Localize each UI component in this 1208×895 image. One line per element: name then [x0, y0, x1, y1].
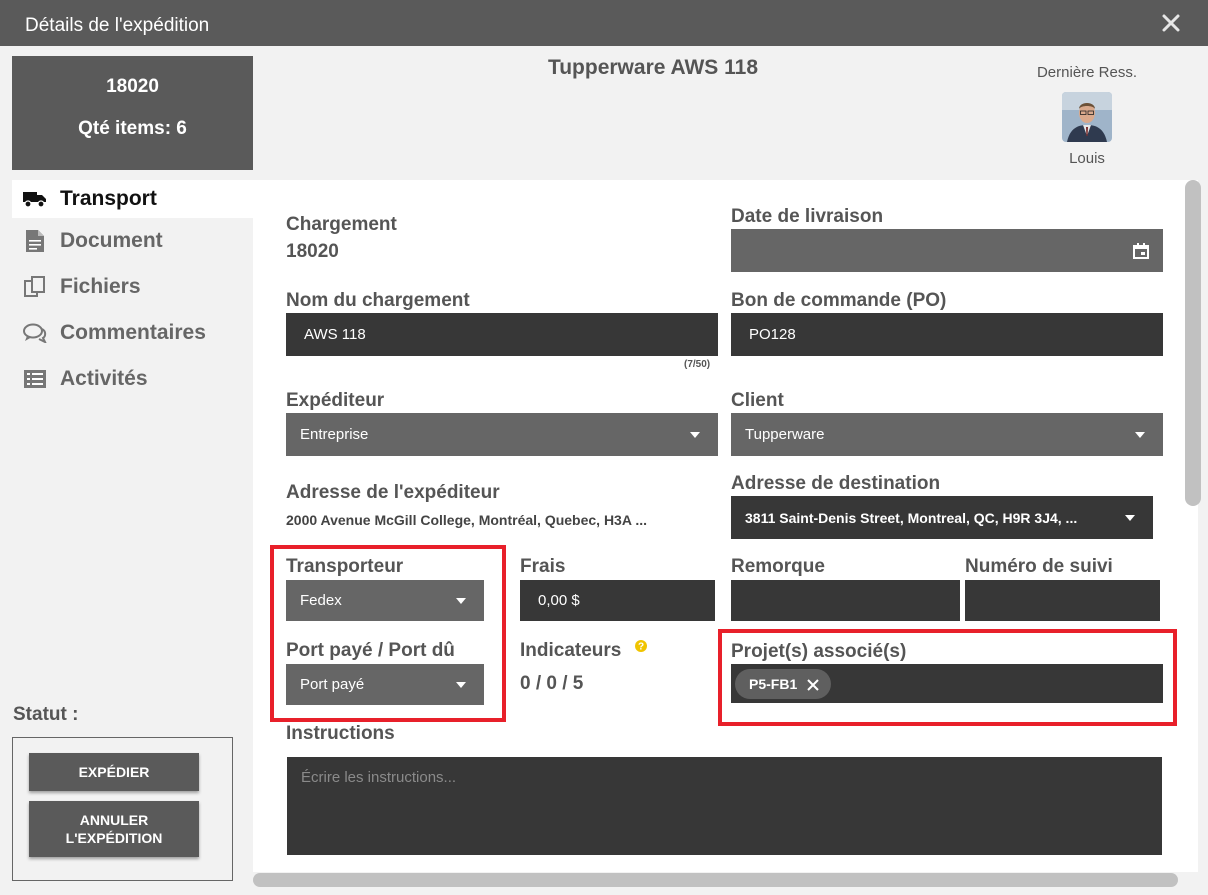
- instructions-textarea[interactable]: Écrire les instructions...: [287, 757, 1162, 855]
- cancel-button-line2: L'EXPÉDITION: [65, 830, 163, 846]
- date-livraison-field[interactable]: [731, 229, 1163, 272]
- chargement-value: 18020: [286, 241, 339, 262]
- sidebar-nav: Transport Document Fichiers Commentaires…: [12, 180, 253, 402]
- help-icon[interactable]: ?: [634, 639, 648, 658]
- sidebar-item-document[interactable]: Document: [12, 218, 253, 264]
- highlight-projects-section: [718, 629, 1177, 726]
- sidebar-item-label: Commentaires: [60, 321, 206, 344]
- shipment-title: Tupperware AWS 118: [547, 56, 759, 79]
- chargement-label: Chargement: [286, 214, 397, 235]
- sidebar-item-fichiers[interactable]: Fichiers: [12, 264, 253, 310]
- po-label: Bon de commande (PO): [731, 290, 947, 311]
- sidebar-item-label: Fichiers: [60, 275, 141, 298]
- shipment-number: 18020: [106, 76, 159, 97]
- indicateurs-label: Indicateurs: [520, 640, 622, 661]
- comments-icon: [22, 322, 48, 344]
- shipment-details-dialog: Détails de l'expédition 18020 Qté items:…: [0, 0, 1208, 895]
- adresse-expediteur-label: Adresse de l'expéditeur: [286, 482, 500, 503]
- calendar-icon[interactable]: [1133, 243, 1149, 263]
- dialog-title: Détails de l'expédition: [25, 15, 210, 36]
- activity-list-icon: [22, 368, 48, 390]
- nom-char-counter: (7/50): [684, 359, 711, 370]
- nom-chargement-input[interactable]: AWS 118: [286, 313, 718, 356]
- sidebar-item-label: Transport: [60, 187, 157, 210]
- shipment-summary: 18020 Qté items: 6: [12, 56, 253, 170]
- cancel-shipment-button[interactable]: ANNULER L'EXPÉDITION: [29, 801, 199, 857]
- frais-label: Frais: [520, 556, 566, 577]
- sidebar-item-activites[interactable]: Activités: [12, 356, 253, 402]
- client-value: Tupperware: [745, 426, 825, 443]
- instructions-label: Instructions: [286, 723, 395, 744]
- adresse-destination-value: 3811 Saint-Denis Street, Montreal, QC, H…: [745, 509, 1078, 526]
- dialog-titlebar: Détails de l'expédition: [0, 0, 1208, 46]
- last-resource-label: Dernière Ress.: [1036, 64, 1138, 81]
- last-resource-name: Louis: [1069, 150, 1105, 167]
- document-icon: [22, 230, 48, 252]
- client-select[interactable]: Tupperware: [731, 413, 1163, 456]
- ship-button[interactable]: EXPÉDIER: [29, 753, 199, 791]
- sidebar-item-label: Document: [60, 229, 163, 252]
- date-livraison-label: Date de livraison: [731, 206, 884, 227]
- avatar: [1062, 92, 1112, 142]
- adresse-expediteur-value: 2000 Avenue McGill College, Montréal, Qu…: [286, 512, 647, 528]
- cancel-button-line1: ANNULER: [79, 812, 149, 828]
- truck-icon: [22, 188, 48, 210]
- files-icon: [22, 276, 48, 298]
- items-quantity: Qté items: 6: [78, 118, 187, 139]
- status-label: Statut :: [13, 704, 79, 725]
- nom-chargement-label: Nom du chargement: [286, 290, 470, 311]
- po-input[interactable]: PO128: [731, 313, 1163, 356]
- status-actions: EXPÉDIER ANNULER L'EXPÉDITION: [12, 737, 233, 881]
- remorque-label: Remorque: [731, 556, 825, 577]
- sidebar-item-transport[interactable]: Transport: [12, 180, 253, 218]
- horizontal-scrollbar[interactable]: [253, 873, 1178, 887]
- client-label: Client: [731, 390, 784, 411]
- expediteur-select[interactable]: Entreprise: [286, 413, 718, 456]
- sidebar-item-commentaires[interactable]: Commentaires: [12, 310, 253, 356]
- numero-suivi-input[interactable]: [965, 580, 1160, 621]
- frais-input[interactable]: 0,00 $: [520, 580, 715, 621]
- chevron-down-icon: [690, 431, 700, 438]
- vertical-scrollbar[interactable]: [1185, 180, 1201, 506]
- chevron-down-icon: [1125, 514, 1135, 521]
- remorque-input[interactable]: [731, 580, 960, 621]
- adresse-destination-label: Adresse de destination: [731, 473, 941, 494]
- expediteur-label: Expéditeur: [286, 390, 385, 411]
- sidebar-item-label: Activités: [60, 367, 148, 390]
- chevron-down-icon: [1135, 431, 1145, 438]
- highlight-carrier-section: [270, 545, 506, 722]
- svg-text:?: ?: [638, 642, 644, 653]
- indicateurs-value: 0 / 0 / 5: [520, 673, 584, 694]
- numero-suivi-label: Numéro de suivi: [965, 556, 1113, 577]
- expediteur-value: Entreprise: [300, 426, 369, 443]
- adresse-destination-select[interactable]: 3811 Saint-Denis Street, Montreal, QC, H…: [731, 496, 1153, 539]
- close-icon[interactable]: [1157, 9, 1185, 37]
